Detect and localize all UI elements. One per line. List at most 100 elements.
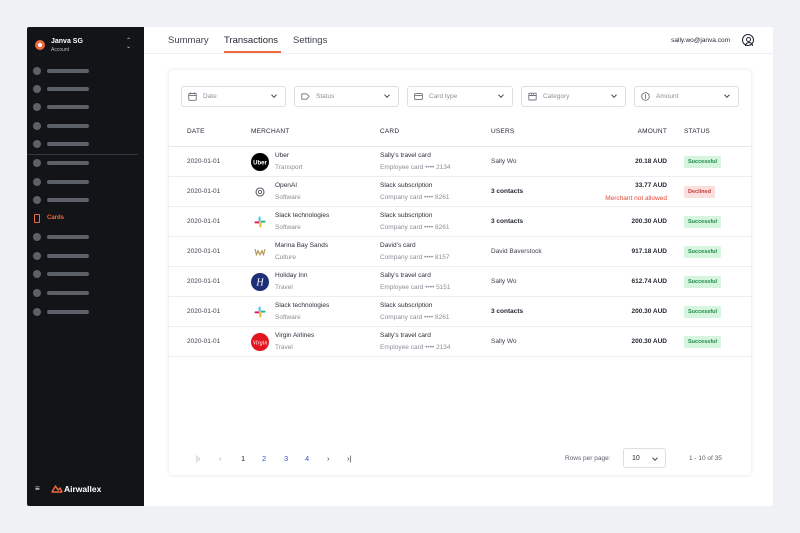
card-number: Employee card •••• 2134 [380, 344, 451, 351]
page-1-button[interactable]: 1 [241, 454, 245, 463]
brand: ≡ Airwallex [35, 484, 135, 494]
sidebar-item-14[interactable] [33, 307, 133, 317]
card-number: Company card •••• 8157 [380, 254, 450, 261]
status-badge: Successful [684, 246, 722, 258]
sidebar-item-5[interactable] [33, 139, 133, 149]
card-icon [414, 93, 423, 100]
rows-per-page-value: 10 [632, 455, 640, 462]
table-row[interactable]: 2020-01-01 Virgin Virgin Airlines Travel… [169, 327, 751, 357]
chevron-down-icon [724, 94, 730, 99]
merchant-category: Travel [275, 284, 293, 291]
card-name: Slack subscription [380, 212, 433, 219]
decline-reason: Merchant not allowed [605, 195, 667, 202]
column-header-amount[interactable]: AMOUNT [638, 128, 667, 135]
tab-settings[interactable]: Settings [293, 35, 327, 46]
row-date: 2020-01-01 [187, 248, 221, 255]
card-name: Slack subscription [380, 182, 433, 189]
cards-icon [34, 214, 40, 223]
nav-icon [33, 178, 41, 186]
active-tab-indicator [224, 51, 281, 53]
card-number: Employee card •••• 5151 [380, 284, 451, 291]
page-3-button[interactable]: 3 [284, 454, 288, 463]
column-header-card[interactable]: CARD [380, 128, 399, 135]
sidebar-item-4[interactable] [33, 121, 133, 131]
tab-summary[interactable]: Summary [168, 35, 209, 46]
amount-filter[interactable]: Amount [634, 86, 739, 107]
tag-icon [301, 93, 310, 100]
chevron-updown-icon: ⌃ ⌄ [125, 38, 131, 50]
sidebar-item-3[interactable] [33, 102, 133, 112]
sidebar-item-6[interactable] [33, 158, 133, 168]
card-number: Company card •••• 8261 [380, 194, 450, 201]
user-profile-icon[interactable] [742, 34, 754, 46]
nav-icon [33, 103, 41, 111]
table-row[interactable]: 2020-01-01 Slack technologies Software S… [169, 207, 751, 237]
sidebar-item-12[interactable] [33, 269, 133, 279]
merchant-category: Software [275, 224, 301, 231]
card-name: David’s card [380, 242, 416, 249]
sidebar-item-13[interactable] [33, 288, 133, 298]
page-4-button[interactable]: 4 [305, 454, 309, 463]
column-header-users[interactable]: USERS [491, 128, 514, 135]
nav-label-placeholder [47, 254, 89, 258]
status-badge: Successful [684, 306, 722, 318]
row-users[interactable]: 3 contacts [491, 308, 523, 315]
first-page-icon[interactable]: |‹ [196, 454, 200, 463]
status-badge: Declined [684, 186, 715, 198]
previous-page-icon[interactable]: ‹ [219, 454, 222, 463]
sidebar-item-1[interactable] [33, 66, 133, 76]
nav-icon [33, 270, 41, 278]
column-header-date[interactable]: DATE [187, 128, 205, 135]
table-row[interactable]: 2020-01-01 OpenAI Software Slack subscri… [169, 177, 751, 207]
merchant-name: Uber [275, 152, 290, 159]
merchant-category: Culture [275, 254, 296, 261]
sidebar-item-cards[interactable]: Cards [33, 214, 133, 224]
card-type-filter[interactable]: Card type [407, 86, 513, 107]
nav-label-placeholder [47, 69, 89, 73]
merchant-name: Virgin Airlines [275, 332, 315, 339]
category-filter[interactable]: Category [521, 86, 626, 107]
merchant-name: Slack technologies [275, 212, 330, 219]
sidebar-item-2[interactable] [33, 84, 133, 94]
column-header-status[interactable]: STATUS [684, 128, 710, 135]
nav-icon [33, 67, 41, 75]
sidebar-item-8[interactable] [33, 195, 133, 205]
table-row[interactable]: 2020-01-01 Marina Bay Sands Culture Davi… [169, 237, 751, 267]
page-2-button[interactable]: 2 [262, 454, 266, 463]
nav-icon [33, 159, 41, 167]
account-switcher[interactable]: Janva SG Account ⌃ ⌄ [35, 37, 131, 55]
nav-icon [33, 252, 41, 260]
date-filter[interactable]: Date [181, 86, 286, 107]
sidebar-item-7[interactable] [33, 177, 133, 187]
tab-transactions[interactable]: Transactions [224, 35, 278, 46]
column-header-merchant[interactable]: MERCHANT [251, 128, 289, 135]
next-page-icon[interactable]: › [327, 454, 330, 463]
table-row[interactable]: 2020-01-01 Uber Uber Transport Sally’s t… [169, 147, 751, 177]
chevron-down-icon [384, 94, 390, 99]
calendar-icon [188, 92, 197, 101]
row-date: 2020-01-01 [187, 308, 221, 315]
row-date: 2020-01-01 [187, 218, 221, 225]
merchant-name: Slack technologies [275, 302, 330, 309]
row-users[interactable]: 3 contacts [491, 188, 523, 195]
sidebar-item-10[interactable] [33, 232, 133, 242]
svg-text:Uber: Uber [253, 161, 267, 167]
pagination-range: 1 - 10 of 35 [689, 455, 722, 462]
chevron-down-icon [498, 94, 504, 99]
rows-per-page-select[interactable]: 10 [623, 448, 666, 468]
last-page-icon[interactable]: ›| [347, 454, 351, 463]
row-users: Sally Wo [491, 278, 517, 285]
row-users[interactable]: 3 contacts [491, 218, 523, 225]
merchant-category: Software [275, 194, 301, 201]
chevron-down-icon [611, 94, 617, 99]
sidebar-item-label: Cards [47, 215, 65, 221]
status-filter[interactable]: Status [294, 86, 399, 107]
card-number: Employee card •••• 2134 [380, 164, 451, 171]
table-row[interactable]: 2020-01-01 H Holiday Inn Travel Sally’s … [169, 267, 751, 297]
nav-label-placeholder [47, 198, 89, 202]
sidebar-item-11[interactable] [33, 251, 133, 261]
category-filter-placeholder: Category [543, 93, 570, 100]
menu-icon[interactable]: ≡ [35, 485, 40, 493]
table-row[interactable]: 2020-01-01 Slack technologies Software S… [169, 297, 751, 327]
rows-per-page-label: Rows per page: [565, 455, 611, 462]
